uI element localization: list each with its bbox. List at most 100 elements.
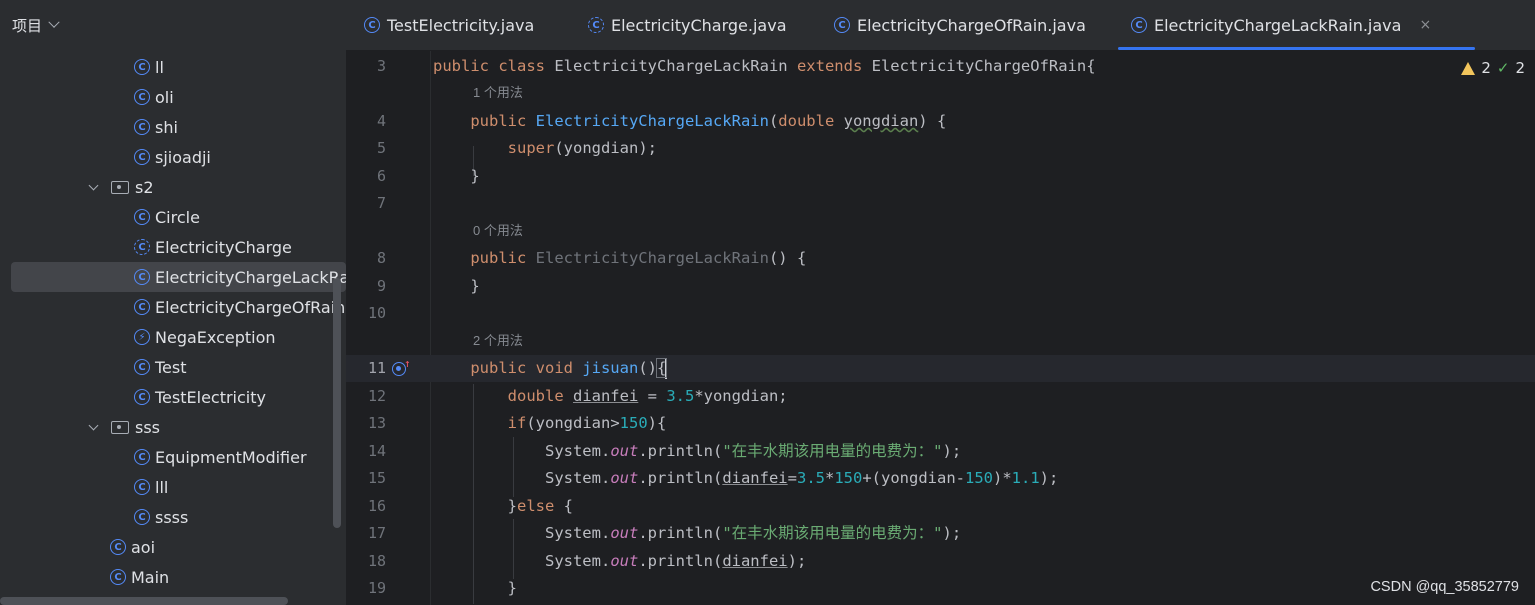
usage-hint[interactable]: 1 个用法: [473, 82, 523, 104]
tree-item-label: sss: [135, 417, 161, 437]
tree-folder[interactable]: s2: [0, 172, 346, 202]
tree-item-label: Circle: [155, 207, 200, 227]
tab-electricitychargelackrain[interactable]: C ElectricityChargeLackRain.java ×: [1117, 0, 1476, 50]
package-icon: [111, 420, 129, 434]
code-line: 18 System.out.println(dianfei);: [367, 552, 807, 570]
class-icon: C: [134, 479, 150, 495]
class-icon: C: [134, 149, 150, 165]
watermark: CSDN @qq_35852779: [1370, 579, 1519, 595]
code-line: 3 public class ElectricityChargeLackRain …: [376, 57, 1096, 75]
tree-item-label: TestElectricity: [155, 387, 266, 407]
text-cursor: [665, 358, 668, 379]
arrow-up-icon: ↑: [404, 357, 411, 370]
chevron-down-icon[interactable]: [88, 420, 99, 430]
code-line: 10: [367, 304, 386, 322]
tree-item[interactable]: C EquipmentModifier: [0, 442, 346, 472]
code-editor[interactable]: 2 ✓ 2 3 public class ElectricityChargeLac…: [346, 51, 1535, 605]
tree-horizontal-scrollbar[interactable]: [0, 597, 288, 605]
code-line: 15 System.out.println(dianfei=3.5*150+(y…: [367, 469, 1059, 487]
code-line: 9 }: [376, 277, 480, 295]
abstract-class-icon: C: [134, 239, 150, 255]
project-panel: 项目 Cll Coli Cshi Csjioadji s2 C Circle CE…: [0, 0, 346, 605]
usage-hint[interactable]: 2 个用法: [473, 330, 523, 352]
tree-item[interactable]: Csjioadji: [0, 142, 346, 172]
class-icon: C: [134, 299, 150, 315]
code-line: 5 super(yongdian);: [376, 139, 657, 157]
tab-label: ElectricityChargeLackRain.java: [1154, 15, 1402, 35]
tab-electricitycharge[interactable]: C ElectricityCharge.java: [588, 0, 787, 50]
tree-item-label: ElectricityChargeOfRain: [155, 297, 346, 317]
project-tree: Cll Coli Cshi Csjioadji s2 C Circle C Elec…: [0, 52, 346, 592]
tree-item-label: ll: [155, 57, 164, 77]
tree-item[interactable]: C Test: [0, 352, 346, 382]
code-line: 6 }: [376, 167, 480, 185]
code-line: 4 public ElectricityChargeLackRain(doubl…: [376, 112, 947, 130]
class-icon: C: [134, 449, 150, 465]
tree-item[interactable]: C Main: [0, 562, 346, 592]
package-icon: [111, 180, 129, 194]
tree-item[interactable]: Cll: [0, 52, 346, 82]
tree-item[interactable]: ⚡ NegaException: [0, 322, 346, 352]
class-icon: C: [134, 269, 150, 285]
tab-label: TestElectricity.java: [387, 15, 535, 35]
tree-item-label: lll: [155, 477, 169, 497]
class-icon: C: [134, 59, 150, 75]
class-icon: C: [110, 539, 126, 555]
project-header[interactable]: 项目: [0, 0, 346, 50]
code-line: 19 }: [367, 579, 517, 597]
tree-item[interactable]: Cssss: [0, 502, 346, 532]
project-title: 项目: [12, 16, 43, 35]
tab-electricitychargeofrain[interactable]: C ElectricityChargeOfRain.java: [834, 0, 1086, 50]
tree-folder[interactable]: sss: [0, 412, 346, 442]
code-line: 14 System.out.println("在丰水期该用电量的电费为：");: [367, 442, 962, 460]
tree-item-label: Main: [131, 567, 170, 587]
chevron-down-icon[interactable]: [88, 180, 99, 190]
class-icon: C: [134, 389, 150, 405]
code-line: 17 System.out.println("在丰水期该用电量的电费为：");: [367, 524, 962, 542]
abstract-class-icon: C: [588, 17, 604, 33]
class-icon: C: [134, 119, 150, 135]
tree-item[interactable]: Coli: [0, 82, 346, 112]
tree-item[interactable]: Caoi: [0, 532, 346, 562]
code-line: 7: [376, 194, 386, 212]
tree-item-label: ElectricityCharge: [155, 237, 292, 257]
close-icon[interactable]: ×: [1419, 17, 1431, 33]
class-icon: C: [134, 359, 150, 375]
class-icon: C: [134, 209, 150, 225]
tree-item[interactable]: Clll: [0, 472, 346, 502]
tree-vertical-scrollbar[interactable]: [333, 278, 341, 528]
tab-testelectricity[interactable]: C TestElectricity.java: [364, 0, 534, 50]
code-line-current: 11 ↑ public void jisuan(){: [346, 355, 1535, 382]
tree-item[interactable]: C ElectricityChargeOfRain: [0, 292, 346, 322]
tree-item-label: NegaException: [155, 327, 276, 347]
tree-item-label: ssss: [155, 507, 189, 527]
tree-item-label: oli: [155, 87, 174, 107]
tree-item-label: Test: [155, 357, 187, 377]
code-line: 8 public ElectricityChargeLackRain() {: [376, 249, 807, 267]
class-icon: C: [364, 17, 380, 33]
tree-item-label: shi: [155, 117, 178, 137]
class-icon: C: [834, 17, 850, 33]
code-line: 12 double dianfei = 3.5*yongdian;: [367, 387, 788, 405]
tree-item-label: sjioadji: [155, 147, 211, 167]
tree-item-label: aoi: [131, 537, 156, 557]
tree-item[interactable]: Cshi: [0, 112, 346, 142]
tree-item-label: EquipmentModifier: [155, 447, 307, 467]
class-icon: C: [110, 569, 126, 585]
tab-label: ElectricityCharge.java: [611, 15, 787, 35]
tab-label: ElectricityChargeOfRain.java: [857, 15, 1086, 35]
chevron-down-icon[interactable]: [48, 16, 60, 28]
tree-item-label: ElectricityChargeLackRai: [155, 267, 346, 287]
class-icon: C: [134, 509, 150, 525]
tree-item[interactable]: C TestElectricity: [0, 382, 346, 412]
class-icon: C: [134, 89, 150, 105]
usage-hint[interactable]: 0 个用法: [473, 220, 523, 242]
code-line: 16 }else {: [367, 497, 574, 515]
tree-item[interactable]: C ElectricityCharge: [0, 232, 346, 262]
editor-tabbar: C TestElectricity.java C ElectricityCharge…: [346, 0, 1535, 51]
tree-item-label: s2: [135, 177, 154, 197]
class-icon: C: [1131, 17, 1147, 33]
tree-item[interactable]: C Circle: [0, 202, 346, 232]
tree-item-selected[interactable]: C ElectricityChargeLackRai: [11, 262, 346, 292]
code-line: 13 if(yongdian>150){: [367, 414, 667, 432]
